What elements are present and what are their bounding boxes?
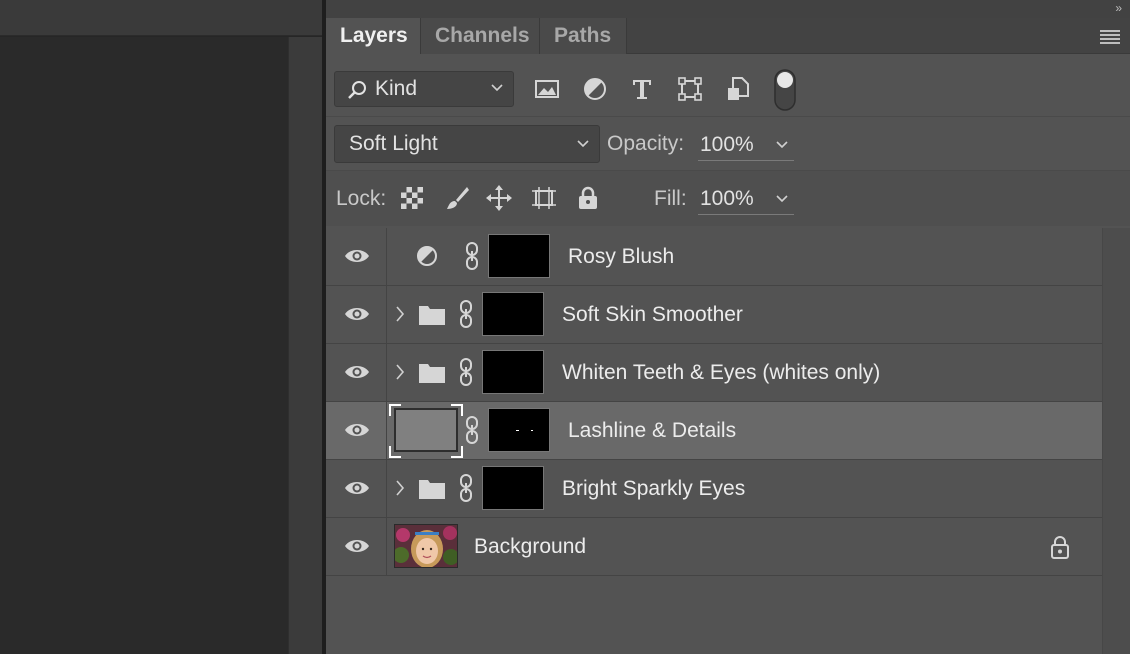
layers-panel: » Layers Channels Paths Kind Soft Light … (326, 0, 1130, 654)
chevron-right-icon[interactable] (394, 478, 406, 498)
brush-icon[interactable] (444, 185, 470, 211)
layer-filter-row: Kind (326, 62, 1130, 116)
lock-all-icon[interactable] (575, 185, 601, 211)
chevron-down-icon[interactable] (776, 195, 788, 203)
visibility-toggle[interactable] (326, 518, 387, 575)
layer-mask-thumbnail[interactable] (488, 234, 550, 278)
chevron-down-icon[interactable] (776, 141, 788, 149)
smart-object-filter-icon[interactable] (725, 76, 751, 102)
layer-row[interactable]: Bright Sparkly Eyes (326, 460, 1102, 518)
kind-filter-label: Kind (375, 77, 418, 100)
layer-name[interactable]: Whiten Teeth & Eyes (whites only) (562, 344, 880, 401)
panel-menu-icon[interactable] (1100, 30, 1120, 44)
search-icon (348, 81, 366, 99)
group-mask-thumbnail[interactable] (482, 466, 544, 510)
layer-name[interactable]: Soft Skin Smoother (562, 286, 743, 343)
lock-label: Lock: (336, 187, 387, 210)
layers-empty-area[interactable] (326, 576, 1102, 654)
layer-row[interactable]: Rosy Blush (326, 228, 1102, 286)
opacity-label: Opacity: (607, 132, 685, 155)
blend-mode-value: Soft Light (349, 132, 438, 155)
filter-toggle-switch[interactable] (773, 68, 797, 112)
link-icon[interactable] (465, 416, 479, 444)
layer-name[interactable]: Background (474, 518, 586, 575)
chevron-down-icon (577, 140, 589, 148)
panel-dock-strip (288, 37, 322, 654)
link-icon[interactable] (459, 358, 473, 386)
background-photo-thumbnail[interactable] (394, 524, 458, 568)
fill-label: Fill: (654, 187, 687, 210)
folder-icon (419, 480, 445, 499)
opacity-value: 100% (700, 133, 754, 156)
layer-mask-thumbnail[interactable] (488, 408, 550, 452)
group-mask-thumbnail[interactable] (482, 292, 544, 336)
eye-icon[interactable] (344, 305, 370, 323)
eye-icon[interactable] (344, 537, 370, 555)
layer-row[interactable]: Whiten Teeth & Eyes (whites only) (326, 344, 1102, 402)
tab-channels[interactable]: Channels (421, 18, 539, 54)
group-mask-thumbnail[interactable] (482, 350, 544, 394)
adjustment-layer-icon (417, 246, 437, 266)
type-filter-icon[interactable] (629, 76, 655, 102)
tab-paths[interactable]: Paths (540, 18, 626, 54)
layers-list: Rosy Blush Soft Skin Smoother Whiten Tee… (326, 228, 1102, 576)
eye-icon[interactable] (344, 363, 370, 381)
fill-field[interactable]: 100% (698, 183, 794, 215)
mask-detail-marks (516, 430, 533, 431)
panel-collapse-bar[interactable]: » (326, 0, 1130, 18)
image-filter-icon[interactable] (534, 76, 560, 102)
layer-name[interactable]: Bright Sparkly Eyes (562, 460, 745, 517)
lock-icon[interactable] (1050, 535, 1070, 559)
collapse-icon[interactable]: » (1115, 0, 1122, 16)
blend-row: Soft Light Opacity: 100% (326, 116, 1130, 170)
document-area (0, 0, 322, 654)
blend-mode-select[interactable]: Soft Light (334, 125, 600, 163)
chevron-right-icon[interactable] (394, 304, 406, 324)
layer-row[interactable]: Background (326, 518, 1102, 576)
opacity-field[interactable]: 100% (698, 129, 794, 161)
link-icon[interactable] (459, 474, 473, 502)
link-icon[interactable] (465, 242, 479, 270)
chevron-down-icon (491, 84, 503, 92)
link-icon[interactable] (459, 300, 473, 328)
portrait-photo (395, 525, 457, 567)
folder-icon (419, 364, 445, 383)
options-bar (0, 0, 322, 36)
tab-layers[interactable]: Layers (326, 18, 420, 54)
layer-row-selected[interactable]: Lashline & Details (326, 402, 1102, 460)
lock-row: Lock: Fill: 100% (326, 170, 1130, 226)
thumbnail-selection-corners (389, 404, 463, 458)
canvas-area[interactable] (0, 37, 288, 654)
fill-value: 100% (700, 187, 754, 210)
chevron-right-icon[interactable] (394, 362, 406, 382)
eye-icon[interactable] (344, 247, 370, 265)
visibility-toggle[interactable] (326, 344, 387, 401)
kind-filter-select[interactable]: Kind (334, 71, 514, 107)
eye-icon[interactable] (344, 479, 370, 497)
panel-tabbar: Layers Channels Paths (326, 18, 1130, 54)
layer-row[interactable]: Soft Skin Smoother (326, 286, 1102, 344)
visibility-toggle[interactable] (326, 228, 387, 285)
adjustment-filter-icon[interactable] (582, 76, 608, 102)
visibility-toggle[interactable] (326, 460, 387, 517)
layers-scrollbar[interactable] (1102, 228, 1130, 654)
artboard-lock-icon[interactable] (531, 185, 557, 211)
lock-transparent-pixels-icon[interactable] (399, 185, 425, 211)
visibility-toggle[interactable] (326, 286, 387, 343)
move-icon[interactable] (486, 185, 512, 211)
layer-name[interactable]: Lashline & Details (568, 402, 736, 459)
visibility-toggle[interactable] (326, 402, 387, 459)
folder-icon (419, 306, 445, 325)
shape-filter-icon[interactable] (677, 76, 703, 102)
tab-separator (626, 18, 627, 54)
eye-icon[interactable] (344, 421, 370, 439)
layer-name[interactable]: Rosy Blush (568, 228, 674, 285)
